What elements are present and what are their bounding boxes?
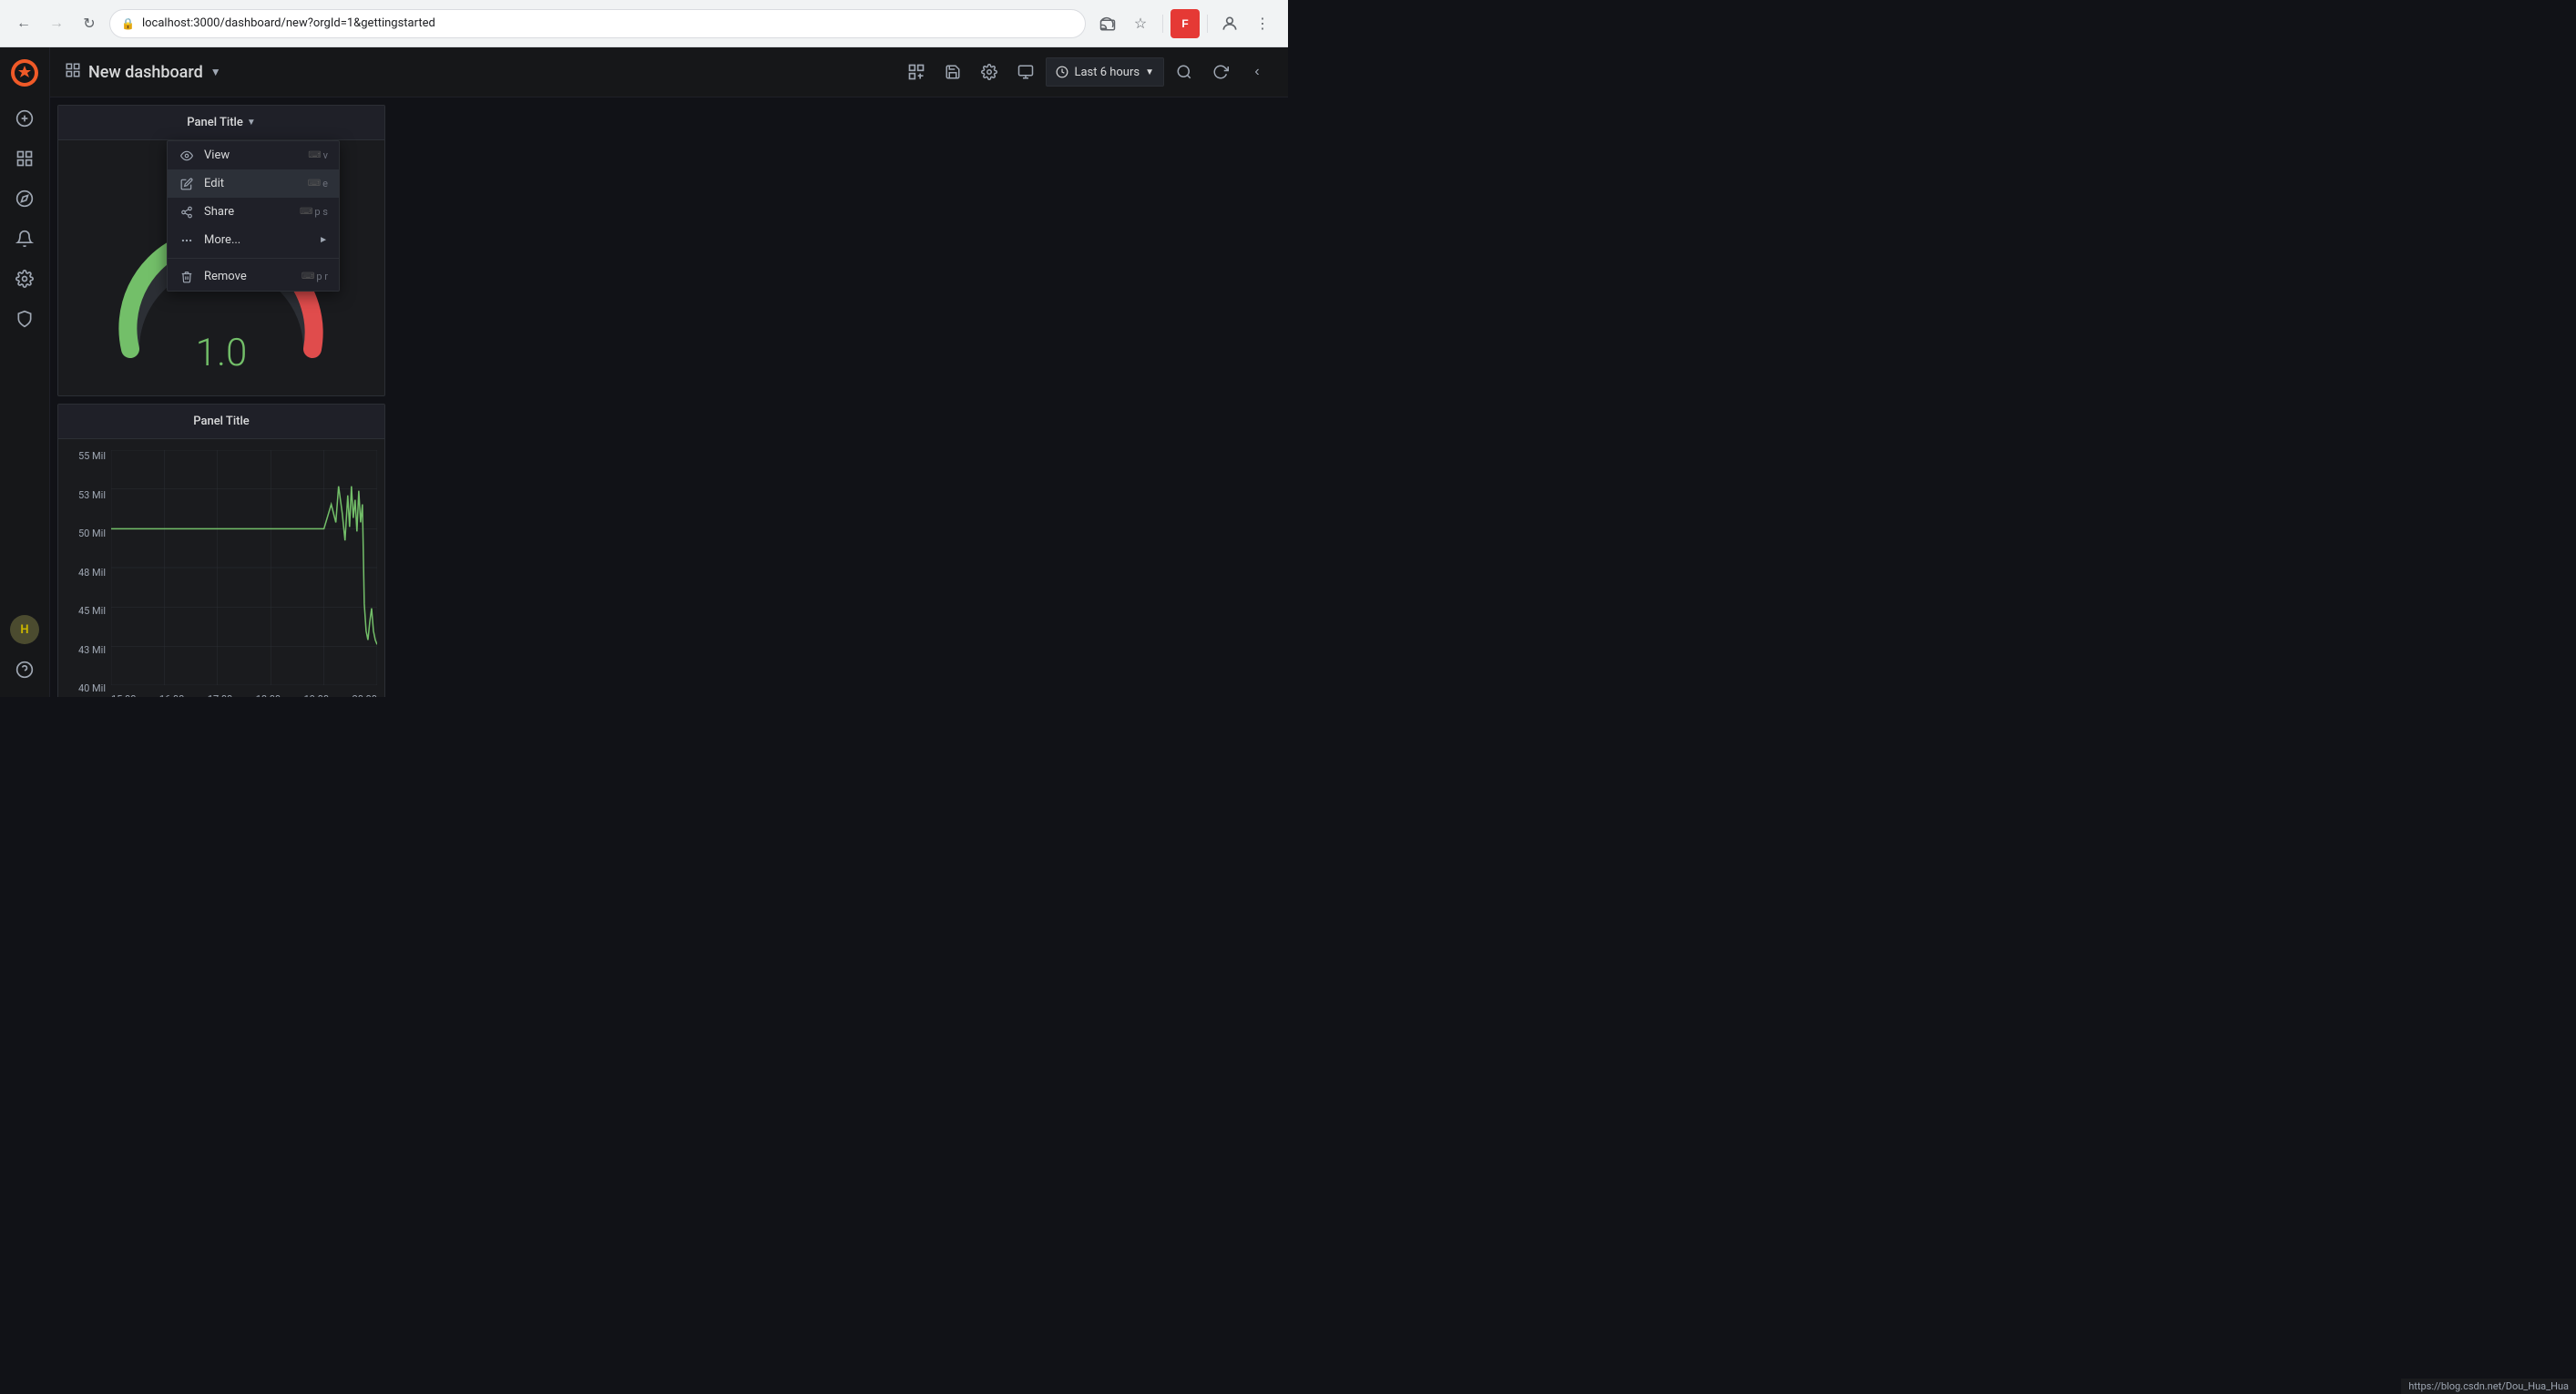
lock-icon: 🔒: [121, 17, 135, 30]
top-bar: New dashboard ▼: [50, 47, 1288, 97]
x-label-1: 16:00: [159, 693, 184, 697]
view-shortcut: ⌨ v: [308, 149, 328, 161]
y-label-6: 40 Mil: [78, 682, 106, 694]
panel2-header[interactable]: Panel Title: [58, 405, 384, 439]
sidebar-item-create[interactable]: [6, 100, 43, 137]
more-icon: [179, 234, 195, 247]
gauge-value: 1.0: [196, 331, 248, 375]
browser-chrome: ← → ↻ 🔒 localhost:3000/dashboard/new?org…: [0, 0, 1288, 47]
reload-button[interactable]: ↻: [77, 11, 102, 36]
app-container: H: [0, 47, 1288, 697]
title-area: New dashboard ▼: [65, 62, 893, 83]
settings-button[interactable]: [973, 56, 1006, 88]
y-label-2: 50 Mil: [78, 528, 106, 539]
back-button[interactable]: ←: [11, 11, 36, 36]
sidebar-item-shield[interactable]: [6, 301, 43, 337]
context-menu-share[interactable]: Share ⌨ p s: [168, 198, 339, 226]
add-panel-button[interactable]: [900, 56, 933, 88]
panel1-header[interactable]: Panel Title ▼: [58, 106, 384, 140]
y-label-0: 55 Mil: [78, 450, 106, 462]
address-bar[interactable]: 🔒 localhost:3000/dashboard/new?orgId=1&g…: [109, 9, 1086, 38]
x-label-0: 15:00: [111, 693, 136, 697]
edit-icon: [179, 178, 195, 190]
time-range-label: Last 6 hours: [1074, 66, 1140, 79]
browser-right-icons: ☆ F ⋮: [1093, 9, 1277, 38]
remove-shortcut: ⌨ p r: [302, 271, 328, 282]
dashboard-grid-icon: [65, 62, 81, 83]
chart-panel: Panel Title 55 Mil 53 Mil 50 Mil 48 Mil …: [57, 404, 385, 697]
top-bar-actions: Last 6 hours ▼ ‹: [900, 56, 1273, 88]
context-menu-more[interactable]: More... ►: [168, 226, 339, 254]
more-label: More...: [204, 233, 310, 247]
edit-label: Edit: [204, 177, 299, 190]
more-options-button[interactable]: ‹: [1241, 56, 1273, 88]
remove-icon: [179, 271, 195, 283]
time-range-arrow: ▼: [1145, 67, 1154, 77]
sidebar-item-explore[interactable]: [6, 180, 43, 217]
sidebar-item-alerting[interactable]: [6, 220, 43, 257]
view-icon: [179, 149, 195, 162]
context-menu-view[interactable]: View ⌨ v: [168, 141, 339, 169]
title-dropdown-arrow[interactable]: ▼: [210, 66, 221, 78]
sidebar-item-help[interactable]: [6, 651, 43, 688]
tv-mode-button[interactable]: [1009, 56, 1042, 88]
y-label-5: 43 Mil: [78, 644, 106, 656]
search-button[interactable]: [1168, 56, 1201, 88]
x-label-4: 19:00: [304, 693, 329, 697]
chart-x-labels: 15:00 16:00 17:00 18:00 19:00 20:00: [111, 693, 377, 697]
share-shortcut: ⌨ p s: [300, 206, 328, 218]
chart-wrapper: 55 Mil 53 Mil 50 Mil 48 Mil 45 Mil 43 Mi…: [58, 439, 384, 697]
y-label-4: 45 Mil: [78, 605, 106, 617]
menu-button[interactable]: ⋮: [1248, 9, 1277, 38]
remove-label: Remove: [204, 270, 292, 283]
view-label: View: [204, 149, 299, 162]
bookmark-button[interactable]: ☆: [1126, 9, 1155, 38]
x-label-2: 17:00: [208, 693, 232, 697]
chart-svg: [111, 450, 377, 685]
url-text: localhost:3000/dashboard/new?orgId=1&get…: [142, 16, 1074, 30]
panel1-dropdown-arrow: ▼: [247, 118, 256, 128]
profile-button[interactable]: [1215, 9, 1244, 38]
time-range-button[interactable]: Last 6 hours ▼: [1046, 57, 1164, 87]
sidebar: H: [0, 47, 50, 697]
edit-shortcut: ⌨ e: [308, 178, 328, 190]
save-dashboard-button[interactable]: [936, 56, 969, 88]
extension-button[interactable]: F: [1170, 9, 1200, 38]
divider2: [1207, 15, 1208, 33]
sidebar-bottom: H: [6, 615, 43, 690]
gauge-panel: Panel Title ▼ View ⌨: [57, 105, 385, 396]
forward-button[interactable]: →: [44, 11, 69, 36]
chart-y-labels: 55 Mil 53 Mil 50 Mil 48 Mil 45 Mil 43 Mi…: [58, 450, 111, 694]
grafana-logo[interactable]: [6, 55, 43, 91]
context-menu: View ⌨ v Edit: [167, 140, 340, 292]
refresh-button[interactable]: [1204, 56, 1237, 88]
more-arrow: ►: [319, 235, 328, 245]
share-icon: [179, 206, 195, 219]
y-label-3: 48 Mil: [78, 567, 106, 579]
dashboard-title: New dashboard: [88, 63, 203, 82]
panel1-title: Panel Title: [187, 116, 243, 129]
user-avatar[interactable]: H: [10, 615, 39, 644]
x-label-5: 20:00: [353, 693, 377, 697]
divider: [1162, 15, 1163, 33]
main-content: New dashboard ▼: [50, 47, 1288, 697]
y-label-1: 53 Mil: [78, 489, 106, 501]
context-menu-edit[interactable]: Edit ⌨ e: [168, 169, 339, 198]
context-menu-remove[interactable]: Remove ⌨ p r: [168, 262, 339, 291]
sidebar-item-dashboards[interactable]: [6, 140, 43, 177]
sidebar-item-configuration[interactable]: [6, 261, 43, 297]
share-label: Share: [204, 205, 291, 219]
cast-button[interactable]: [1093, 9, 1122, 38]
x-label-3: 18:00: [256, 693, 281, 697]
panel2-title: Panel Title: [193, 415, 250, 428]
menu-divider: [168, 258, 339, 259]
panels-area: Panel Title ▼ View ⌨: [50, 97, 1288, 697]
